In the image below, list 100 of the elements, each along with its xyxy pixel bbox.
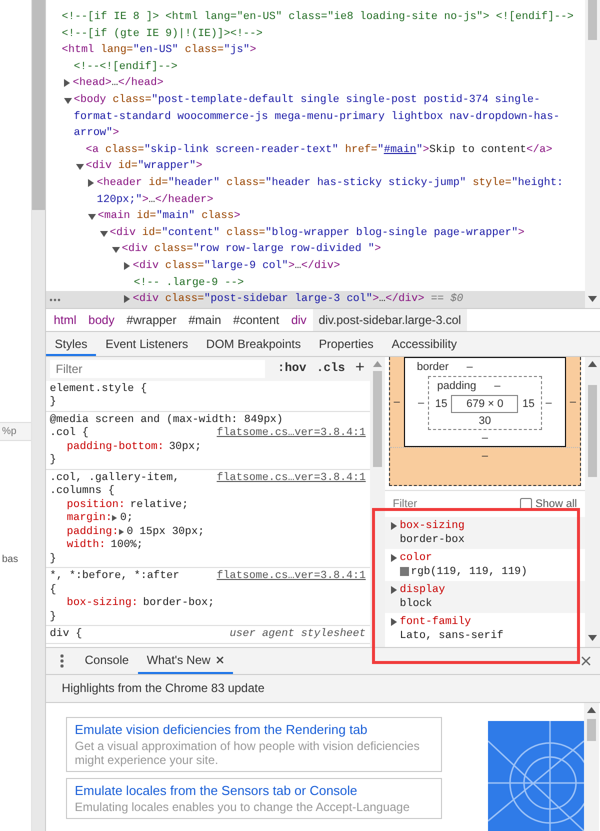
css-value: Lato, sans-serif [400,628,504,643]
border-value: – [482,430,488,446]
expand-triangle-icon[interactable] [112,247,120,254]
expand-triangle-icon[interactable] [100,230,108,237]
breadcrumb-item[interactable]: #wrapper [120,308,182,331]
breadcrumb-item[interactable]: #main [182,308,228,331]
scrollbar[interactable] [585,356,600,647]
css-property[interactable]: margin: [66,512,112,526]
dom-node[interactable]: <body class="post-template-default single single-post postid-374 single-format-standard woocommerce-js mega-menu-primary lightbox nav-dropdown-has-arrow"> [74,92,581,142]
scrollbar-thumb[interactable] [586,719,596,741]
expand-triangle-icon[interactable] [64,98,72,104]
more-icon [48,298,61,302]
card-title-link[interactable]: Emulate vision deficiencies from the Rendering tab [74,721,433,739]
expand-triangle-icon[interactable] [390,522,397,530]
drawer-tab[interactable]: Console [76,648,138,674]
scroll-up-icon [586,707,596,713]
scrollbar-thumb[interactable] [588,0,597,40]
panel-tab[interactable]: DOM Breakpoints [197,332,310,356]
close-icon [581,656,591,666]
scrollbar-thumb[interactable] [588,384,597,477]
expand-triangle-icon[interactable] [390,586,397,594]
scrollbar[interactable] [584,703,599,831]
dom-node[interactable]: <main id="main" class> [98,208,240,225]
checkbox-label[interactable]: Show all [535,498,577,510]
feature-card[interactable]: Emulate vision deficiencies from the Rendering tab Get a visual approximation of how people with vision deficiencies might experience your site. [66,717,442,772]
css-value[interactable]: 0; [120,512,134,526]
checkbox[interactable] [520,498,532,510]
expand-triangle-icon[interactable] [390,554,397,562]
expand-triangle-icon[interactable] [64,79,70,88]
panel-tab[interactable]: Properties [310,332,383,356]
css-property[interactable]: width: [66,539,106,553]
breadcrumb-item[interactable]: div [285,308,313,331]
dom-node[interactable]: <div class="row row-large row-divided "> [122,241,381,258]
color-swatch[interactable] [400,567,409,576]
source-link[interactable]: flatsome.cs…ver=3.8.4:1 [216,570,366,598]
dom-node[interactable]: <header id="header" class="header has-sticky sticky-jump" style="height: 120px;">…</header> [96,174,581,208]
scroll-down-icon [588,296,597,302]
dom-node[interactable]: <html lang="en-US" class="js"> [62,42,256,59]
dom-node[interactable]: <!--<![endif]--> [74,58,178,76]
breadcrumb-item[interactable]: div.post-sidebar.large-3.col [312,308,468,331]
dom-node[interactable]: <!--[if (gte IE 9)|!(IE)]><!--> [62,26,263,42]
css-property[interactable]: padding: [66,526,119,540]
css-value[interactable]: 30px; [168,440,202,454]
css-property[interactable]: color [400,550,432,565]
card-description: Emulating locales enables you to change the Accept-Language [74,800,411,814]
feature-card[interactable]: Emulate locales from the Sensors tab or Console Emulating locales enables you to change the Accept-Language [66,778,442,819]
dom-node[interactable]: <!-- .large-9 --> [134,274,244,292]
padding-value: – [493,380,502,392]
padding-value: 15 [521,398,536,410]
class-button[interactable]: .cls [311,362,350,376]
scrollbar[interactable] [585,0,600,308]
css-selector: .col { [50,427,89,441]
margin-value: – [568,396,577,408]
dom-node[interactable]: <head>…</head> [72,75,164,92]
border-value: – [466,360,474,373]
scroll-down-icon [588,635,597,641]
closing-brace: } [50,610,58,624]
dom-node[interactable]: <div class="large-9 col">…</div> [132,258,340,274]
breadcrumb-item[interactable]: html [48,308,82,331]
dom-node[interactable]: <div id="content" class="blog-wrapper blog-single page-wrapper"> [110,224,524,242]
css-value[interactable]: 100%; [110,539,144,553]
dom-node[interactable]: <div id="wrapper"> [86,158,202,175]
css-property[interactable]: padding-bottom: [66,440,164,454]
panel-tab[interactable]: Event Listeners [96,332,198,356]
css-property[interactable]: position: [66,498,126,512]
expand-triangle-icon[interactable] [88,178,94,187]
expand-triangle-icon[interactable] [112,515,118,522]
box-label: padding [437,380,476,392]
source-link[interactable]: flatsome.cs…ver=3.8.4:1 [216,427,366,441]
dom-node[interactable]: <a class="skip-link screen-reader-text" href="#main">Skip to content</a> [86,142,552,158]
padding-value: 30 [478,414,491,429]
css-property[interactable]: font-family [400,614,472,629]
css-property[interactable]: display [400,582,446,597]
breadcrumb-item[interactable]: body [82,308,120,331]
panel-tab[interactable]: Accessibility [382,332,466,356]
hover-state-button[interactable]: :hov [272,362,312,376]
expand-triangle-icon[interactable] [390,618,397,626]
scrollbar[interactable] [32,0,45,831]
breadcrumb-item[interactable]: #content [227,308,286,331]
card-description: Get a visual approximation of how people with vision deficiencies might experience your site. [74,739,421,767]
scrollbar-thumb[interactable] [32,0,45,210]
expand-triangle-icon[interactable] [118,528,124,535]
scrollbar-thumb[interactable] [372,370,382,467]
dom-node[interactable]: <div class="post-sidebar large-3 col">…</div> == $0 [132,291,464,308]
filter-field[interactable]: Filter [50,360,265,378]
source-link[interactable]: flatsome.cs…ver=3.8.4:1 [216,472,366,499]
menu-icon [60,654,64,668]
expand-triangle-icon[interactable] [124,262,130,270]
card-title-link[interactable]: Emulate locales from the Sensors tab or Console [74,782,433,800]
content-box: 679 × 0 [451,394,518,413]
css-value[interactable]: 0 15px 30px; [126,526,204,540]
expand-triangle-icon[interactable] [88,214,96,220]
new-rule-button[interactable]: + [350,362,370,376]
css-value[interactable]: relative; [130,498,188,512]
expand-triangle-icon[interactable] [76,164,84,170]
css-value[interactable]: border-box; [143,597,214,611]
box-label: border [416,360,449,373]
dom-node[interactable]: <!--[if IE 8 ]> <html lang="en-US" class="ie8 loading-site no-js"> <![endif]--> [62,9,574,26]
css-property[interactable]: box-sizing [400,518,465,533]
css-property[interactable]: box-sizing: [66,597,138,611]
